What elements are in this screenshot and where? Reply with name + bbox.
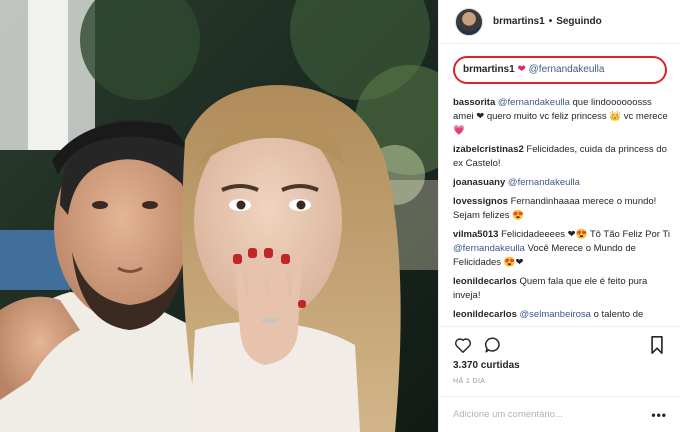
add-comment-bar: •••	[439, 396, 680, 432]
header-separator: •	[548, 16, 553, 27]
avatar[interactable]	[455, 7, 483, 36]
comment-username[interactable]: vilma5013	[453, 229, 498, 240]
comment-username[interactable]: leonildecarlos	[453, 276, 517, 287]
comment-username[interactable]: izabelcristinas2	[453, 144, 524, 155]
action-bar	[439, 326, 680, 362]
comment-mention[interactable]: @fernandakeulla	[508, 177, 580, 188]
highlighted-caption: brmartins1 ❤ @fernandakeulla	[453, 56, 667, 84]
comment-item: bassorita @fernandakeulla que lindoooooo…	[453, 96, 671, 138]
header-username[interactable]: brmartins1	[493, 16, 545, 27]
comment-mention[interactable]: @fernandakeulla	[453, 243, 525, 254]
speech-bubble-icon[interactable]	[483, 335, 503, 355]
post-photo[interactable]	[0, 0, 438, 432]
comment-username[interactable]: leonildecarlos	[453, 309, 517, 320]
comment-item: vilma5013 Felicidadeeees ❤😍 Tô Tão Feliz…	[453, 228, 671, 270]
caption-mention[interactable]: @fernandakeulla	[529, 64, 605, 75]
comment-username[interactable]: joanasuany	[453, 177, 505, 188]
heart-outline-icon[interactable]	[453, 335, 473, 355]
comment-input[interactable]	[453, 409, 652, 420]
post-header: brmartins1 • Seguindo	[439, 0, 680, 44]
post-time: HÁ 1 DIA	[453, 378, 486, 385]
comment-item: leonildecarlos @selmanbeirosa o talento …	[453, 308, 671, 324]
comment-mention[interactable]: @fernandakeulla	[498, 97, 570, 108]
post-side-panel: brmartins1 • Seguindo brmartins1 ❤ @fern…	[438, 0, 680, 432]
comment-username[interactable]: lovessignos	[453, 196, 508, 207]
comment-username[interactable]: bassorita	[453, 97, 495, 108]
comment-text: Felicidadeeees ❤😍 Tô Tão Feliz Por Ti	[501, 229, 670, 240]
comment-item: lovessignos Fernandinhaaaa merece o mund…	[453, 195, 671, 223]
caption-heart: ❤	[517, 64, 526, 75]
comment-item: joanasuany @fernandakeulla	[453, 176, 671, 190]
comment-mention[interactable]: @selmanbeirosa	[520, 309, 591, 320]
caption-username[interactable]: brmartins1	[463, 64, 515, 75]
comment-item: leonildecarlos Quem fala que ele é feito…	[453, 275, 671, 303]
more-options-icon[interactable]: •••	[651, 408, 667, 422]
likes-count[interactable]: 3.370 curtidas	[453, 360, 520, 371]
comment-item: izabelcristinas2 Felicidades, cuida da p…	[453, 143, 671, 171]
bookmark-icon[interactable]	[647, 335, 667, 355]
comment-list: bassorita @fernandakeulla que lindoooooo…	[453, 96, 671, 324]
following-button[interactable]: Seguindo	[556, 16, 602, 27]
couple-selfie-image	[0, 0, 438, 432]
